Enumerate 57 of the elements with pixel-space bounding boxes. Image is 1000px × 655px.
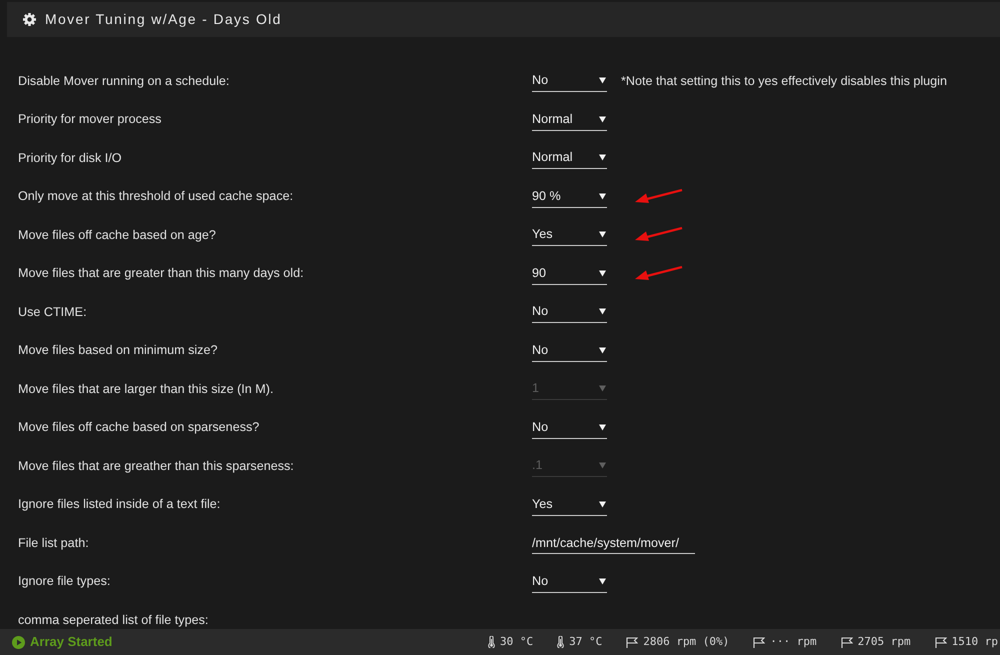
flag-icon <box>753 636 766 648</box>
text-field[interactable]: /mnt/cache/system/mover/ <box>532 532 695 554</box>
caret-icon <box>599 424 606 431</box>
status-text: Array Started <box>30 633 112 652</box>
panel-title: Mover Tuning w/Age - Days Old <box>45 10 282 29</box>
caret-icon <box>599 270 606 277</box>
setting-label: Priority for disk I/O <box>18 150 122 165</box>
caret-icon <box>599 192 606 200</box>
caret-icon <box>599 77 606 84</box>
dropdown[interactable]: Yes <box>532 224 607 246</box>
dropdown[interactable]: Yes <box>532 494 607 516</box>
flag-icon <box>626 636 638 648</box>
setting-label: Move files that are greather than this sparseness: <box>18 458 294 473</box>
setting-label: File list path: <box>18 536 89 550</box>
dropdown[interactable]: No <box>532 340 607 362</box>
setting-label: comma seperated list of file types: <box>18 612 208 627</box>
setting-label: Priority for mover process <box>18 112 162 126</box>
dropdown[interactable]: Normal <box>532 147 607 170</box>
reading-text: 1510 rp <box>952 634 998 650</box>
reading-text: 30 °C <box>500 634 534 650</box>
setting-label: Ignore files listed inside of a text file: <box>18 497 220 512</box>
dropdown[interactable]: No <box>532 70 607 92</box>
caret-icon <box>599 231 606 238</box>
dropdown[interactable]: No <box>532 416 607 439</box>
caret-icon <box>599 346 606 354</box>
reading-text: 2705 rpm <box>858 634 911 650</box>
dropdown[interactable]: No <box>532 570 607 593</box>
setting-label: Move files that are greater than this many days old: <box>18 266 304 280</box>
setting-label: Only move at this threshold of used cache space: <box>18 189 294 204</box>
reading-text: 2806 rpm (0%) <box>643 634 730 650</box>
caret-icon <box>599 578 606 585</box>
caret-icon <box>599 116 606 123</box>
caret-icon <box>599 500 606 508</box>
reading-text: 37 °C <box>569 634 602 650</box>
play-icon <box>12 636 25 648</box>
setting-label: Ignore file types: <box>18 574 110 588</box>
reading-text: ··· rpm <box>770 634 817 650</box>
setting-label: Disable Mover running on a schedule: <box>18 74 230 88</box>
thermometer-icon <box>488 636 495 648</box>
flag-icon <box>840 636 853 648</box>
thermometer-icon <box>557 636 564 648</box>
flag-icon <box>934 636 947 648</box>
setting-label: Move files off cache based on age? <box>18 228 216 242</box>
dropdown[interactable]: 90 <box>532 262 607 285</box>
caret-icon <box>599 462 606 470</box>
setting-label: Move files that are larger than this size (In M). <box>18 382 274 396</box>
caret-icon <box>599 385 606 392</box>
note-text: *Note that setting this to yes effectively disables this plugin <box>621 72 947 90</box>
setting-label: Move files based on minimum size? <box>18 343 218 358</box>
caret-icon <box>599 308 606 316</box>
setting-label: Use CTIME: <box>18 304 87 319</box>
dropdown[interactable]: 90 % <box>532 186 607 208</box>
caret-icon <box>599 154 606 162</box>
settings-icon <box>23 13 36 26</box>
dropdown[interactable]: Normal <box>532 108 607 131</box>
dropdown[interactable]: No <box>532 301 607 324</box>
setting-label: Move files off cache based on sparseness? <box>18 420 260 434</box>
